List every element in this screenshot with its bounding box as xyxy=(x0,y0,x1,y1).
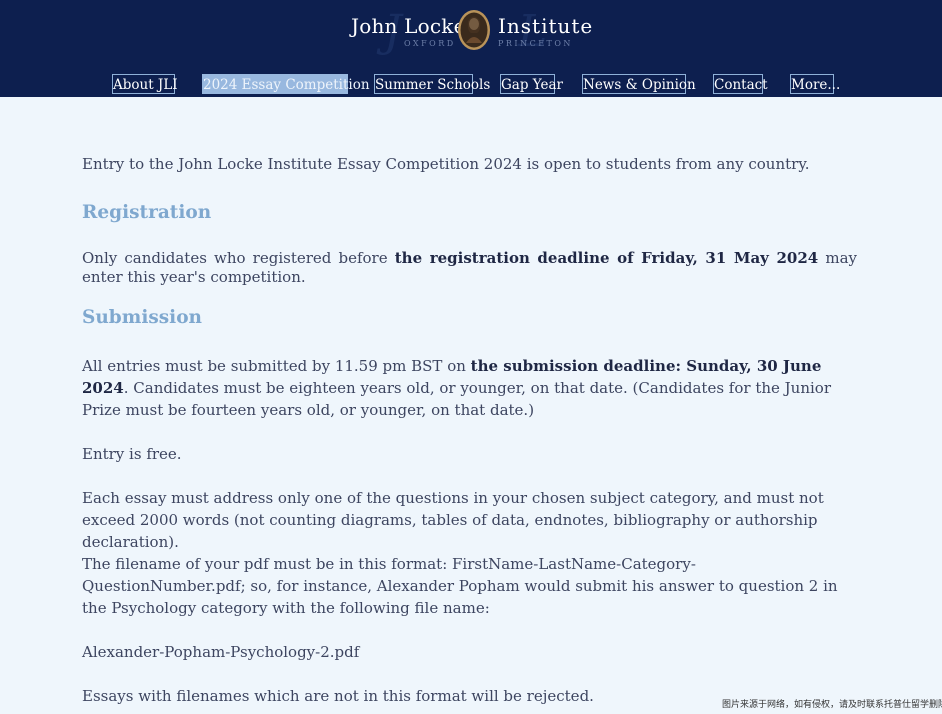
submission-heading: Submission xyxy=(82,307,202,328)
main-nav: About JLI 2024 Essay Competition Summer … xyxy=(0,74,942,96)
site-logo[interactable]: J L John Locke OXFORD Institute PRINCETO… xyxy=(0,6,942,58)
image-source-note: 图片来源于网络，如有侵权，请及时联系托普仕留学删除 xyxy=(722,700,942,710)
registration-text: Only candidates who registered before th… xyxy=(82,249,857,286)
essay-rule-text: Each essay must address only one of the … xyxy=(82,489,824,551)
nav-item-essay-competition[interactable]: 2024 Essay Competition xyxy=(202,74,370,94)
nav-item-about[interactable]: About JLI xyxy=(112,74,178,94)
site-header: J L John Locke OXFORD Institute PRINCETO… xyxy=(0,0,942,97)
nav-item-more[interactable]: More... xyxy=(790,74,840,94)
filename-rule-text: The filename of your pdf must be in this… xyxy=(82,555,838,617)
registration-deadline: the registration deadline of Friday, 31 … xyxy=(394,249,819,267)
portrait-medallion-icon xyxy=(458,10,490,50)
submission-deadline-text: All entries must be submitted by 11.59 p… xyxy=(82,357,831,419)
logo-text-right: Institute xyxy=(498,14,594,38)
logo-text-left: John Locke xyxy=(351,14,466,38)
logo-subtext-right: PRINCETON xyxy=(498,39,573,48)
registration-heading: Registration xyxy=(82,202,212,223)
logo-subtext-left: OXFORD xyxy=(404,39,456,48)
intro-text: Entry to the John Locke Institute Essay … xyxy=(82,155,810,173)
nav-item-news-opinion[interactable]: News & Opinion xyxy=(582,74,696,94)
filename-example: Alexander-Popham-Psychology-2.pdf xyxy=(82,643,360,661)
nav-item-contact[interactable]: Contact xyxy=(713,74,768,94)
entry-free-text: Entry is free. xyxy=(82,445,182,463)
nav-item-gap-year[interactable]: Gap Year xyxy=(500,74,563,94)
nav-item-summer-schools[interactable]: Summer Schools xyxy=(374,74,490,94)
page-title-clipped xyxy=(340,97,600,103)
